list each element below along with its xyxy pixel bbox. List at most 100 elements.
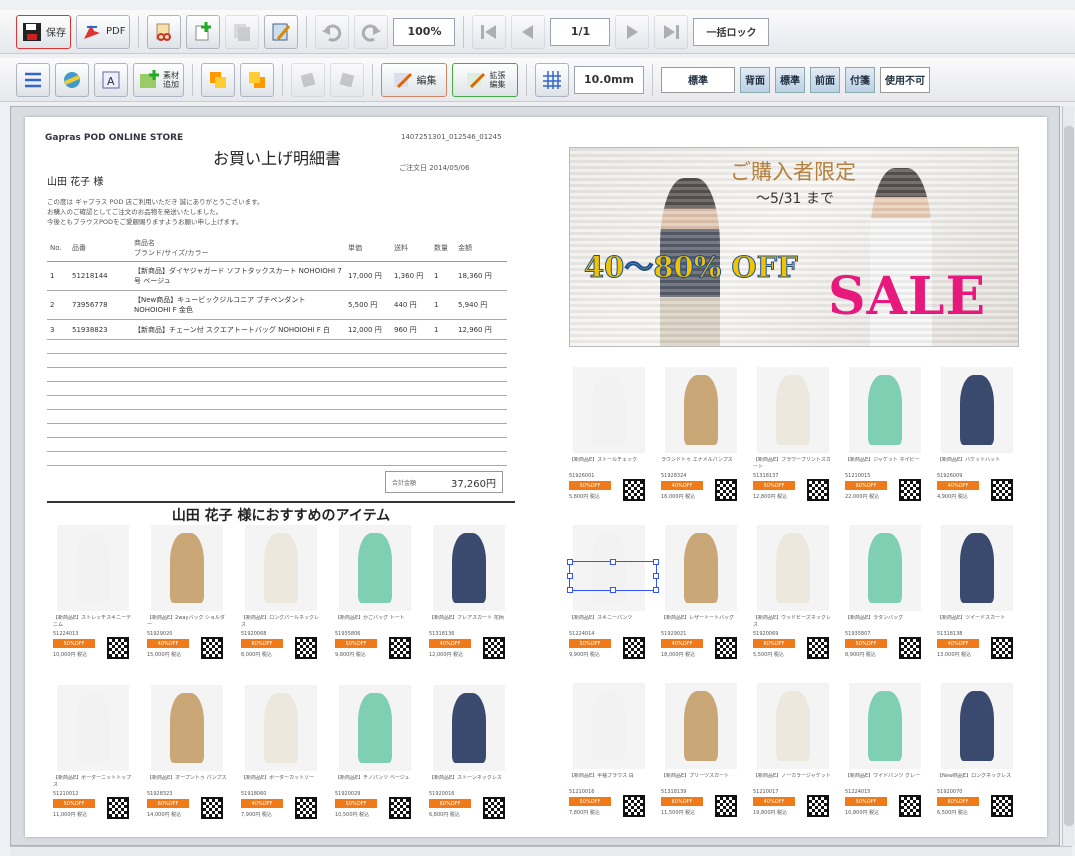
product-price: 6,800円 税込 [429,812,460,818]
grid-size-field[interactable]: 10.0mm [574,65,644,94]
add-material-button[interactable]: 素材 追加 [133,62,184,97]
product-card[interactable]: 【新商品E】ストレッチスキニーデニム 51224013 50%OFF 10,000円 … [51,525,135,675]
invoice-cell: 17,000 円 [345,261,391,291]
invoice-cell: 【新商品】ダイヤジャガード ソフトタックスカート NOHOIOHI 7号 ベージ… [131,261,345,291]
product-code: 51928324 [661,473,687,479]
product-card[interactable]: 【新商品E】チノパンツ ベージュ 51920029 50%OFF 10,500円 税込 [333,685,417,835]
zoom-field[interactable]: 100% [393,17,456,46]
product-card[interactable]: 【新商品E】ジャケット ネイビー 51210015 60%OFF 22,000円 税込 [843,367,927,517]
invoice-table: No. 品番 商品名 ブランド/サイズ/カラー 単価 送料 数量 金額 1 512… [47,235,507,466]
resize-handle[interactable] [610,559,616,565]
mode-select[interactable]: 標準 [661,66,735,93]
add-material-label: 素材 追加 [163,70,179,89]
product-card[interactable]: 【新商品E】スキニーパンツ 51224014 50%OFF 9,900円 税込 [567,525,651,675]
prev-page-icon [522,24,534,39]
resize-handle[interactable] [567,587,573,593]
resize-handle[interactable] [653,587,659,593]
product-photo [339,525,411,611]
prev-page-button[interactable] [511,14,546,49]
product-name: 【新商品E】スキニーパンツ [569,615,633,621]
next-page-button[interactable] [615,14,650,49]
product-card[interactable]: 【新商品E】ノーカラージャケット 51210017 40%OFF 19,800円 税込 [751,683,835,833]
product-name: 【新商品E】ツイードスカート [937,615,1006,621]
selection-box[interactable] [567,559,659,593]
send-back-button[interactable] [240,62,274,97]
sale-banner[interactable]: ご購入者限定 〜5/31 まで 40〜80% OFF SALE [569,147,1019,347]
resize-handle[interactable] [653,573,659,579]
invoice-cell: 【New商品】キュービックジルコニア ブチペンダント NOHOIOHI F 金色 [131,290,345,320]
mode-standard-button[interactable]: 標準 [775,66,805,93]
extended-edit-button[interactable]: 拡張 編集 [452,62,518,97]
toolbar-separator [372,63,373,96]
product-card[interactable]: 【新商品E】かごバッグ トート 51935806 50%OFF 9,800円 税込 [333,525,417,675]
resize-handle[interactable] [653,559,659,565]
product-card[interactable]: ラウンドトゥ エナメルパンプス 51928324 40%OFF 16,000円 税込 [659,367,743,517]
product-card[interactable]: 【新商品E】オープントゥ パンプス 51928323 60%OFF 14,000円 税… [145,685,229,835]
undo-button[interactable] [315,14,350,49]
bring-front-button[interactable] [201,62,235,97]
add-page-button[interactable] [186,14,221,49]
product-name: 【新商品E】2wayバッグ ショルダー [147,615,226,628]
rotate-right-icon [339,72,355,87]
mode-front-button[interactable]: 前面 [810,66,840,93]
product-name: ラウンドトゥ エナメルパンプス [661,457,733,463]
canvas-viewport[interactable]: Gapras POD ONLINE STORE お買い上げ明細書 1407251… [10,106,1060,846]
image-swap-button[interactable] [55,62,89,97]
layer-list-button[interactable] [16,62,50,97]
vertical-scrollbar[interactable] [1062,106,1074,846]
product-photo [151,525,223,611]
invoice-cell: 5,940 円 [455,290,507,320]
product-card[interactable]: 【新商品E】ツイードスカート 51318138 40%OFF 13,000円 税込 [935,525,1019,675]
page-settings-button[interactable] [264,14,299,49]
product-photo [941,367,1013,453]
redo-icon [362,24,382,42]
qr-code-icon [991,479,1013,501]
product-card[interactable]: 【新商品E】バケットハット 51926009 40%OFF 4,900円 税込 [935,367,1019,517]
cut-button[interactable] [147,14,182,49]
product-code: 51920029 [335,791,361,797]
product-card[interactable]: 【新商品E】ボーダーカットソー 51918060 40%OFF 7,900円 税込 [239,685,323,835]
product-card[interactable]: 【新商品E】ウッドビーズネックレス 51920069 60%OFF 5,500円 税込 [751,525,835,675]
edit-button[interactable]: 編集 [381,62,447,97]
rotate-left-button[interactable] [291,62,325,97]
first-page-button[interactable] [472,14,507,49]
redo-button[interactable] [354,14,389,49]
document-page[interactable]: Gapras POD ONLINE STORE お買い上げ明細書 1407251… [25,117,1047,837]
horizontal-scrollbar[interactable] [10,846,1072,856]
page-indicator[interactable]: 1/1 [550,17,611,46]
discount-badge: 50%OFF [753,481,795,490]
mode-disabled-button[interactable]: 使用不可 [880,66,930,93]
copy-page-button[interactable] [225,14,260,49]
product-card[interactable]: 【新商品E】プリーツスカート 51318139 60%OFF 11,500円 税込 [659,683,743,833]
rotate-right-button[interactable] [330,62,364,97]
resize-handle[interactable] [567,559,573,565]
product-card[interactable]: 【新商品E】ストーンネックレス 51920016 60%OFF 6,800円 税込 [427,685,511,835]
mode-sticky-button[interactable]: 付箋 [845,66,875,93]
resize-handle[interactable] [567,573,573,579]
product-card[interactable]: 【新商品E】ラタンバッグ 51935807 50%OFF 8,900円 税込 [843,525,927,675]
product-card[interactable]: 【新商品E】2wayバッグ ショルダー 51929020 40%OFF 15,000円… [145,525,229,675]
grid-toggle-button[interactable] [535,62,569,97]
scroll-thumb[interactable] [1064,126,1074,826]
product-card[interactable]: 【新商品E】ボーダーニットトップス 51210012 50%OFF 11,000円 税… [51,685,135,835]
product-name: 【新商品E】ラタンバッグ [845,615,904,621]
discount-badge: 40%OFF [661,481,703,490]
product-card[interactable]: 【新商品E】半袖ブラウス 白 51210016 50%OFF 7,800円 税込 [567,683,651,833]
resize-handle[interactable] [610,587,616,593]
bulk-lock-button[interactable]: 一括ロック [693,17,770,46]
product-card[interactable]: 【新商品E】ロングパールネックレス 51920068 60%OFF 8,000円 税込 [239,525,323,675]
product-card[interactable]: 【新商品E】フレアスカート 花柄 51318136 40%OFF 12,000円 税込 [427,525,511,675]
pdf-export-button[interactable]: PDF [76,14,131,49]
save-button[interactable]: 保存 [16,14,71,49]
product-card[interactable]: 【新商品E】ストールチェック 51926001 50%OFF 5,800円 税込 [567,367,651,517]
product-silhouette [868,691,902,761]
mode-back-button[interactable]: 背面 [740,66,770,93]
product-card[interactable]: 【新商品E】ワイドパンツ グレー 51224015 50%OFF 10,800円 税込 [843,683,927,833]
qr-code-icon [201,637,223,659]
text-box-button[interactable]: A [94,62,128,97]
qr-code-icon [899,795,921,817]
last-page-button[interactable] [654,14,689,49]
product-card[interactable]: 【New商品E】ロングネックレス 51920070 60%OFF 6,500円 税込 [935,683,1019,833]
product-card[interactable]: 【新商品E】フラワープリントスカート 51318137 50%OFF 12,800円 … [751,367,835,517]
product-card[interactable]: 【新商品E】レザートートバッグ 51929021 40%OFF 18,000円 税込 [659,525,743,675]
